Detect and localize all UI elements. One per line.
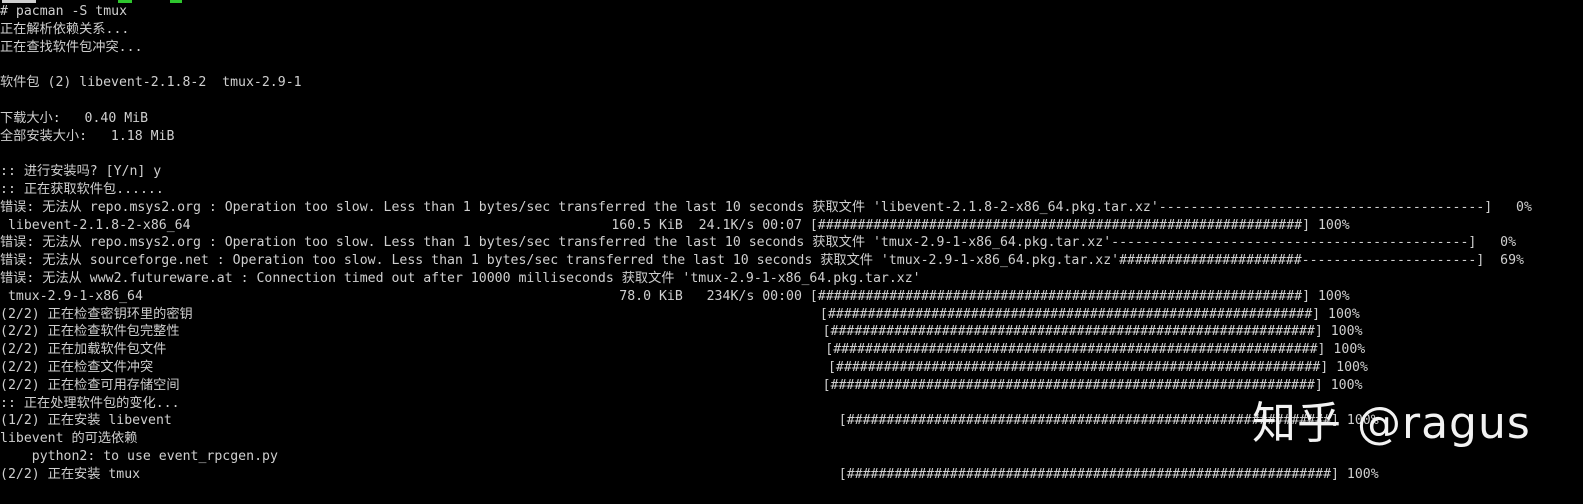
progress-line: (2/2) 正在检查文件冲突 [########################… bbox=[0, 359, 1368, 375]
progress-line: tmux-2.9-1-x86_64 78.0 KiB 234K/s 00:00 … bbox=[0, 288, 1350, 304]
output-line bbox=[0, 145, 1532, 163]
progress-line: libevent-2.1.8-2-x86_64 160.5 KiB 24.1K/… bbox=[0, 217, 1350, 233]
output-line bbox=[0, 92, 1532, 110]
progress-line: (2/2) 正在加载软件包文件 [#######################… bbox=[0, 342, 1366, 358]
terminal-window[interactable]: # pacman -S tmux 正在解析依赖关系... 正在查找软件包冲突..… bbox=[0, 0, 1583, 504]
error-line: 错误: 无法从 repo.msys2.org : Operation too s… bbox=[0, 235, 1517, 251]
command-line: # pacman -S tmux bbox=[0, 4, 128, 19]
output-line: 下载大小: 0.40 MiB bbox=[0, 110, 149, 126]
output-line: 正在解析依赖关系... bbox=[0, 21, 130, 37]
output-line bbox=[0, 56, 1532, 74]
output-line: :: 进行安装吗? [Y/n] y bbox=[0, 164, 162, 180]
output-line: 正在查找软件包冲突... bbox=[0, 39, 143, 55]
error-line: 错误: 无法从 repo.msys2.org : Operation too s… bbox=[0, 199, 1532, 215]
output-line: 软件包 (2) libevent-2.1.8-2 tmux-2.9-1 bbox=[0, 75, 302, 91]
output-line: :: 正在获取软件包...... bbox=[0, 181, 164, 197]
zhihu-watermark: 知乎 @ragus bbox=[1252, 398, 1531, 449]
error-line: 错误: 无法从 www2.futureware.at : Connection … bbox=[0, 270, 921, 286]
progress-line: (2/2) 正在检查密钥环里的密钥 [#####################… bbox=[0, 306, 1360, 322]
progress-line: (2/2) 正在安装 tmux [#######################… bbox=[0, 466, 1379, 482]
output-line: 全部安装大小: 1.18 MiB bbox=[0, 128, 175, 144]
progress-line: (2/2) 正在检查可用存储空间 [######################… bbox=[0, 377, 1363, 393]
progress-line: (2/2) 正在检查软件包完整性 [######################… bbox=[0, 324, 1363, 340]
error-line: 错误: 无法从 sourceforge.net : Operation too … bbox=[0, 253, 1524, 269]
